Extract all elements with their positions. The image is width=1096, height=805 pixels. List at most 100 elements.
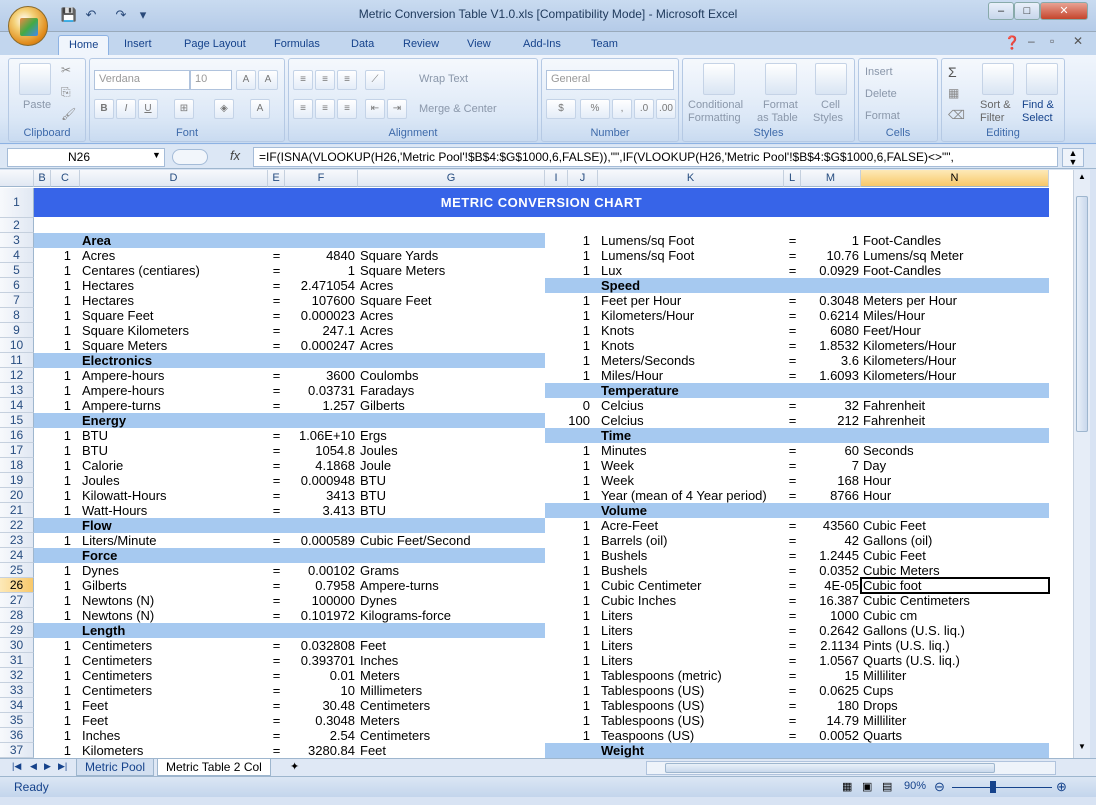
row-header[interactable]: 28 [0, 608, 34, 623]
delete-cells-button[interactable]: Delete [865, 88, 897, 100]
format-cells-button[interactable]: Format [865, 110, 900, 122]
customize-qat-icon[interactable]: ▾ [134, 6, 152, 24]
row-header[interactable]: 3 [0, 233, 34, 248]
row-header[interactable]: 32 [0, 668, 34, 683]
row-header[interactable]: 4 [0, 248, 34, 263]
scroll-up-icon[interactable]: ▲ [1076, 172, 1088, 184]
column-header-f[interactable]: F [285, 170, 358, 187]
row-header[interactable]: 27 [0, 593, 34, 608]
font-color-icon[interactable]: A [250, 99, 270, 119]
save-icon[interactable]: 💾 [60, 6, 78, 24]
column-header-d[interactable]: D [80, 170, 268, 187]
sort-filter-icon[interactable] [982, 63, 1014, 95]
increase-indent-icon[interactable]: ⇥ [387, 99, 407, 119]
row-header[interactable]: 35 [0, 713, 34, 728]
column-header-k[interactable]: K [598, 170, 784, 187]
font-name-select[interactable]: Verdana [94, 70, 190, 90]
horizontal-scrollbar[interactable] [646, 761, 1056, 775]
format-painter-icon[interactable]: 🖌 [61, 107, 76, 121]
row-header[interactable]: 25 [0, 563, 34, 578]
tab-team[interactable]: Team [581, 35, 628, 55]
ribbon-minimize-icon[interactable]: – [1028, 34, 1035, 48]
sort-filter-label2[interactable]: Filter [980, 112, 1004, 124]
tab-view[interactable]: View [457, 35, 501, 55]
cell-styles-label[interactable]: Cell [821, 99, 840, 111]
row-header[interactable]: 17 [0, 443, 34, 458]
column-header-i[interactable]: I [545, 170, 568, 187]
format-as-table-label2[interactable]: as Table [757, 112, 798, 124]
row-header[interactable]: 23 [0, 533, 34, 548]
zoom-slider[interactable] [952, 787, 1052, 788]
find-select-label2[interactable]: Select [1022, 112, 1053, 124]
row-header[interactable]: 29 [0, 623, 34, 638]
row-header[interactable]: 24 [0, 548, 34, 563]
zoom-in-icon[interactable]: ⊕ [1056, 779, 1067, 795]
wrap-text-button[interactable]: Wrap Text [419, 73, 468, 85]
decrease-indent-icon[interactable]: ⇤ [365, 99, 385, 119]
decrease-decimal-icon[interactable]: .00 [656, 99, 676, 119]
column-header-e[interactable]: E [268, 170, 285, 187]
page-layout-view-icon[interactable]: ▣ [862, 780, 872, 793]
find-select-label[interactable]: Find & [1022, 99, 1054, 111]
copy-icon[interactable]: ⎘ [61, 85, 71, 100]
align-right-icon[interactable]: ≡ [337, 99, 357, 119]
select-all-corner[interactable] [0, 170, 34, 187]
sheet-tab-metric-table-2-col[interactable]: Metric Table 2 Col [157, 759, 271, 776]
hscroll-thumb[interactable] [665, 763, 995, 773]
column-header-c[interactable]: C [51, 170, 80, 187]
bottom-align-icon[interactable]: ≡ [337, 70, 357, 90]
row-header[interactable]: 19 [0, 473, 34, 488]
row-header[interactable]: 10 [0, 338, 34, 353]
conditional-formatting-label2[interactable]: Formatting [688, 112, 741, 124]
autosum-icon[interactable]: Σ [948, 64, 957, 80]
row-header[interactable]: 30 [0, 638, 34, 653]
currency-icon[interactable]: $ [546, 99, 576, 119]
zoom-out-icon[interactable]: ⊖ [934, 779, 945, 795]
office-button[interactable] [8, 6, 48, 46]
minimize-button[interactable]: – [988, 2, 1014, 20]
conditional-formatting-icon[interactable] [703, 63, 735, 95]
tab-home[interactable]: Home [58, 35, 110, 55]
increase-decimal-icon[interactable]: .0 [634, 99, 654, 119]
insert-function-icon[interactable]: fx [230, 148, 240, 163]
format-as-table-icon[interactable] [765, 63, 797, 95]
column-header-g[interactable]: G [358, 170, 545, 187]
scroll-thumb[interactable] [1076, 196, 1088, 432]
underline-icon[interactable]: U [138, 99, 158, 119]
row-header[interactable]: 16 [0, 428, 34, 443]
expand-formula-bar-icon[interactable]: ▲ ▼ [1062, 148, 1084, 167]
row-header[interactable]: 1 [0, 188, 34, 218]
tab-data[interactable]: Data [341, 35, 384, 55]
row-header[interactable]: 2 [0, 218, 34, 233]
ribbon-restore-icon[interactable]: ▫ [1050, 34, 1054, 48]
shrink-font-icon[interactable]: A [258, 70, 278, 90]
formula-input[interactable]: =IF(ISNA(VLOOKUP(H26,'Metric Pool'!$B$4:… [253, 147, 1058, 167]
tab-add-ins[interactable]: Add-Ins [513, 35, 571, 55]
row-header[interactable]: 31 [0, 653, 34, 668]
tab-insert[interactable]: Insert [114, 35, 162, 55]
name-box-dropdown-icon[interactable]: ▼ [152, 150, 161, 160]
worksheet-grid[interactable]: BCDEFGIJKLMN 1 2 3 4 5 6 7 8 9 10 11 12 13 14 15 16 17 18… [0, 170, 1073, 758]
column-header-l[interactable]: L [784, 170, 801, 187]
insert-cells-button[interactable]: Insert [865, 66, 893, 78]
clear-icon[interactable]: ⌫ [948, 108, 965, 122]
cell-styles-icon[interactable] [815, 63, 847, 95]
bold-icon[interactable]: B [94, 99, 114, 119]
paste-icon[interactable] [19, 63, 51, 95]
help-icon[interactable]: ❓ [1004, 35, 1020, 51]
name-box[interactable]: N26 [7, 148, 165, 167]
middle-align-icon[interactable]: ≡ [315, 70, 335, 90]
sheet-tab-metric-pool[interactable]: Metric Pool [76, 759, 155, 776]
tab-page-layout[interactable]: Page Layout [174, 35, 256, 55]
row-header[interactable]: 20 [0, 488, 34, 503]
row-header[interactable]: 37 [0, 743, 34, 758]
number-format-select[interactable]: General [546, 70, 674, 90]
font-size-select[interactable]: 10 [190, 70, 232, 90]
orientation-icon[interactable]: ⟋ [365, 70, 385, 90]
row-header[interactable]: 22 [0, 518, 34, 533]
format-as-table-label[interactable]: Format [763, 99, 798, 111]
row-header[interactable]: 5 [0, 263, 34, 278]
cut-icon[interactable]: ✂ [61, 63, 71, 77]
first-sheet-icon[interactable]: |◀ [12, 761, 21, 772]
prev-sheet-icon[interactable]: ◀ [30, 761, 37, 772]
